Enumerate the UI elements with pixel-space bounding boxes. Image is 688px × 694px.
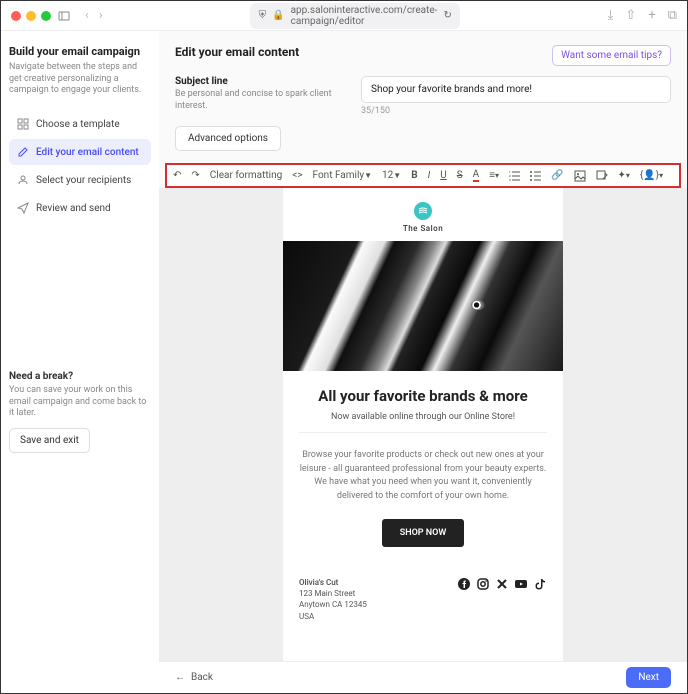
next-button[interactable]: Next: [626, 667, 671, 688]
social-icons: [457, 577, 547, 591]
email-tips-button[interactable]: Want some email tips?: [552, 45, 671, 66]
subject-input[interactable]: Shop your favorite brands and more!: [361, 76, 671, 103]
svg-text:3: 3: [509, 178, 511, 181]
sidebar-description: Navigate between the steps and get creat…: [9, 62, 151, 97]
text-color-icon[interactable]: A: [471, 168, 482, 183]
step-edit-content[interactable]: Edit your email content: [9, 139, 151, 165]
image-edit-icon[interactable]: [594, 169, 610, 183]
ordered-list-icon[interactable]: 123: [507, 169, 522, 182]
step-label: Select your recipients: [36, 175, 131, 186]
close-window-icon[interactable]: [11, 11, 21, 21]
step-choose-template[interactable]: Choose a template: [9, 111, 151, 137]
step-select-recipients[interactable]: Select your recipients: [9, 167, 151, 193]
bottom-bar: ← Back Next: [159, 661, 687, 693]
step-label: Review and send: [36, 203, 111, 214]
url-bar[interactable]: ⛨ 🔒 app.saloninteractive.com/create-camp…: [250, 3, 460, 29]
template-icon: [17, 118, 29, 130]
image-icon[interactable]: [572, 169, 588, 183]
email-preview: The Salon All your favorite brands & mor…: [283, 188, 563, 663]
personalization-icon[interactable]: {👤}▾: [638, 169, 665, 182]
break-description: You can save your work on this email cam…: [9, 385, 151, 420]
refresh-icon[interactable]: ↻: [443, 10, 451, 21]
tiktok-icon[interactable]: [533, 577, 547, 591]
hero-image[interactable]: [283, 241, 563, 371]
font-family-select[interactable]: Font Family ▼: [311, 169, 375, 182]
step-label: Edit your email content: [36, 147, 139, 158]
tabs-icon[interactable]: ⧉: [668, 8, 677, 23]
italic-icon[interactable]: I: [426, 169, 433, 182]
download-icon[interactable]: ⤓: [608, 8, 614, 23]
browser-titlebar: ‹ › ⛨ 🔒 app.saloninteractive.com/create-…: [1, 1, 687, 31]
clear-formatting-button[interactable]: Clear formatting: [208, 169, 284, 182]
window-controls[interactable]: [11, 11, 51, 21]
underline-icon[interactable]: U: [438, 169, 448, 182]
email-subheadline[interactable]: Now available online through our Online …: [299, 412, 547, 422]
business-address[interactable]: Olivia's Cut 123 Main Street Anytown CA …: [299, 577, 367, 622]
maximize-window-icon[interactable]: [41, 11, 51, 21]
main-content: Edit your email content Want some email …: [159, 31, 687, 663]
subject-label: Subject line: [175, 76, 347, 87]
minimize-window-icon[interactable]: [26, 11, 36, 21]
undo-icon[interactable]: ↶: [171, 169, 183, 182]
redo-icon[interactable]: ↷: [189, 169, 201, 182]
shop-now-button[interactable]: SHOP NOW: [382, 519, 465, 547]
youtube-icon[interactable]: [514, 577, 528, 591]
arrow-left-icon: ←: [175, 672, 185, 683]
step-review-send[interactable]: Review and send: [9, 195, 151, 221]
back-button[interactable]: ← Back: [175, 672, 213, 683]
x-twitter-icon[interactable]: [495, 577, 509, 591]
share-icon[interactable]: ⇧: [625, 8, 636, 23]
nav-forward-icon[interactable]: ›: [99, 8, 103, 23]
font-size-select[interactable]: 12 ▼: [380, 169, 403, 182]
bold-icon[interactable]: B: [409, 169, 419, 182]
sidebar-toggle-icon[interactable]: [57, 9, 71, 23]
facebook-icon[interactable]: [457, 577, 471, 591]
align-icon[interactable]: ≡▾: [487, 169, 501, 182]
sidebar-title: Build your email campaign: [9, 45, 151, 58]
instagram-icon[interactable]: [476, 577, 490, 591]
subject-help: Be personal and concise to spark client …: [175, 89, 347, 112]
nav-back-icon[interactable]: ‹: [85, 8, 89, 23]
brand-logo-icon: [414, 202, 432, 220]
new-tab-icon[interactable]: +: [648, 8, 655, 23]
link-icon[interactable]: 🔗: [549, 169, 565, 182]
divider: [299, 432, 547, 433]
character-counter: 35/150: [361, 106, 671, 116]
pencil-icon: [17, 146, 29, 158]
strikethrough-icon[interactable]: S: [455, 169, 465, 182]
brand-name: The Salon: [283, 224, 563, 233]
code-view-icon[interactable]: <>: [290, 169, 304, 182]
advanced-options-button[interactable]: Advanced options: [175, 126, 281, 151]
email-headline[interactable]: All your favorite brands & more: [299, 387, 547, 405]
email-paragraph[interactable]: Browse your favorite products or check o…: [299, 449, 547, 503]
page-title: Edit your email content: [175, 45, 299, 59]
break-title: Need a break?: [9, 371, 151, 382]
email-canvas[interactable]: The Salon All your favorite brands & mor…: [159, 188, 687, 663]
unordered-list-icon[interactable]: [528, 169, 543, 182]
step-label: Choose a template: [36, 119, 120, 130]
lock-icon: 🔒: [272, 10, 284, 21]
send-icon: [17, 202, 29, 214]
users-icon: [17, 174, 29, 186]
sidebar: Build your email campaign Navigate betwe…: [1, 31, 159, 663]
shield-icon: ⛨: [259, 10, 267, 21]
url-text: app.saloninteractive.com/create-campaign…: [291, 5, 438, 27]
save-exit-button[interactable]: Save and exit: [9, 428, 90, 453]
editor-toolbar: ↶ ↷ Clear formatting <> Font Family ▼ 12…: [165, 163, 681, 188]
ai-sparkle-icon[interactable]: ✦▾: [616, 169, 632, 182]
